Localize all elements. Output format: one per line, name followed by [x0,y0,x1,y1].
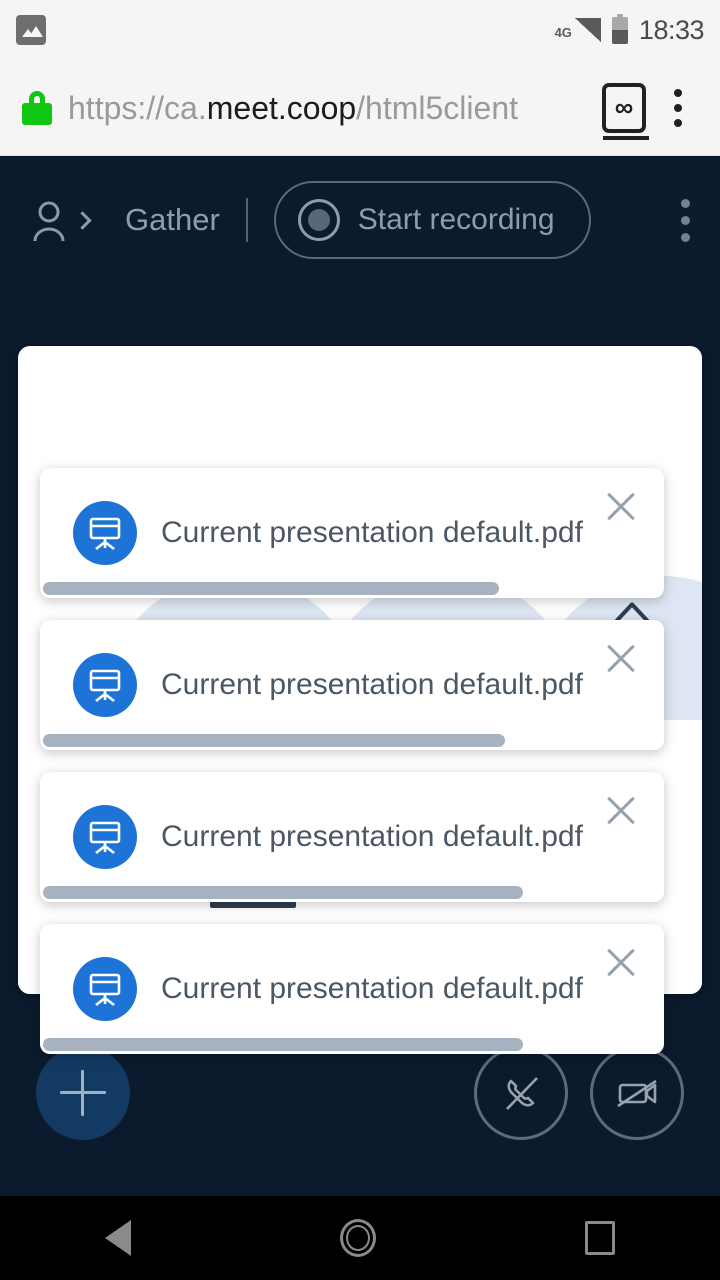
presentation-icon [73,957,137,1021]
meeting-header: Gather Start recording [0,156,720,284]
lock-icon [22,90,52,125]
back-triangle-icon[interactable] [104,1220,131,1256]
user-list-toggle[interactable] [30,198,92,242]
toast-stack: Current presentation default.pdf Current… [40,468,664,1076]
tab-switcher-button[interactable]: ∞ [602,82,649,140]
android-status-bar: 4G 18:33 [0,0,720,60]
android-nav-bar [0,1196,720,1280]
recents-square-icon[interactable] [585,1221,616,1255]
toast-notification[interactable]: Current presentation default.pdf [40,620,664,750]
presentation-icon [73,805,137,869]
close-icon[interactable] [600,638,642,680]
user-icon [33,201,65,242]
toast-message: Current presentation default.pdf [161,668,583,701]
meeting-options-button[interactable] [681,198,690,242]
url-scheme: https://ca. [68,89,207,126]
presentation-icon [73,653,137,717]
url-bar[interactable]: https://ca.meet.coop/html5client [68,85,596,130]
toast-notification[interactable]: Current presentation default.pdf [40,924,664,1054]
url-text: https://ca.meet.coop/html5client [68,86,596,130]
signal-bars-icon [574,18,601,42]
home-circle-icon[interactable] [339,1219,376,1257]
toast-notification[interactable]: Current presentation default.pdf [40,772,664,902]
phone-screen: 4G 18:33 https://ca.meet.coop/html5clien… [0,0,720,1280]
url-host: meet.coop [206,89,357,126]
header-divider [245,198,248,242]
close-icon[interactable] [600,790,642,832]
start-recording-label: Start recording [357,203,555,236]
toast-notification[interactable]: Current presentation default.pdf [40,468,664,598]
meeting-title: Gather [125,202,220,237]
toast-progress-bar [43,582,499,595]
image-icon [16,15,46,45]
battery-icon [611,13,628,44]
toast-message: Current presentation default.pdf [161,820,583,853]
record-dot-icon [297,199,340,241]
presentation-icon [73,501,137,565]
toast-progress-bar [43,886,524,899]
bigbluebutton-app: Gather Start recording Current presentat… [0,156,720,1196]
chevron-right-icon [73,210,92,230]
plus-icon [60,1070,106,1116]
browser-toolbar: https://ca.meet.coop/html5client ∞ [0,60,720,156]
close-icon[interactable] [600,942,642,984]
network-type-label: 4G [554,24,572,40]
close-icon[interactable] [600,486,642,528]
start-recording-button[interactable]: Start recording [273,181,591,259]
status-bar-notifications [16,15,46,45]
status-bar-indicators: 4G 18:33 [554,13,705,46]
url-fade-overlay [526,85,596,130]
url-path: /html5client [356,89,518,126]
toast-progress-bar [43,1038,524,1051]
toast-message: Current presentation default.pdf [161,516,583,549]
toast-progress-bar [43,734,505,747]
toast-message: Current presentation default.pdf [161,972,583,1005]
status-bar-clock: 18:33 [638,14,705,45]
browser-menu-button[interactable] [658,88,698,127]
